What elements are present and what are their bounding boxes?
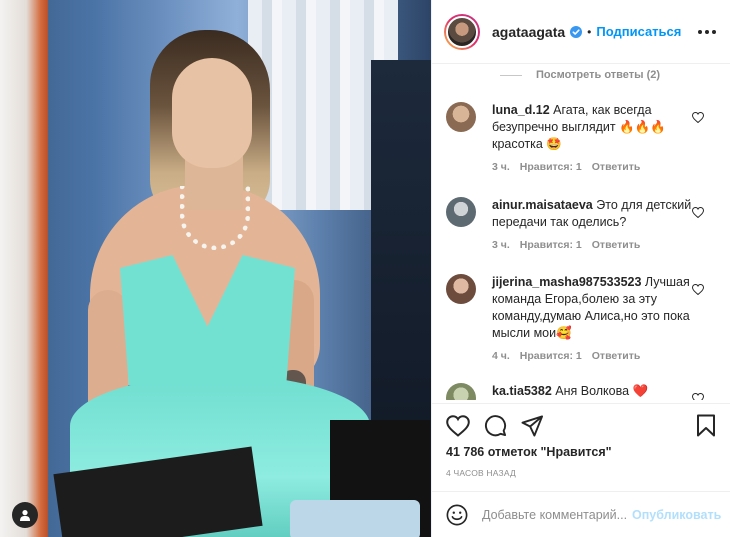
emoji-icon[interactable] (446, 504, 468, 526)
post-actions (432, 403, 730, 447)
comment-username[interactable]: ka.tia5382 (492, 384, 552, 398)
comment-likes[interactable]: Нравится: 1 (520, 239, 582, 251)
reply-button[interactable]: Ответить (592, 350, 641, 362)
comment-heart-icon[interactable] (692, 207, 704, 218)
publish-button[interactable]: Опубликовать (632, 508, 721, 522)
comment-username[interactable]: luna_d.12 (492, 103, 550, 117)
comment-time[interactable]: 4 ч. (492, 350, 510, 362)
comment-username[interactable]: ainur.maisataeva (492, 198, 593, 212)
cushion (290, 500, 420, 537)
comment-heart-icon[interactable] (692, 112, 704, 123)
post-side-panel: agataagata • Подписаться Посмотреть отве… (431, 0, 730, 537)
comment-item: ainur.maisataeva Это для детский передач… (432, 197, 730, 251)
post-photo[interactable] (0, 0, 431, 537)
author-username[interactable]: agataagata (492, 24, 565, 40)
comment-avatar[interactable] (446, 197, 476, 227)
user-tag-button[interactable] (12, 502, 38, 528)
comment-item: jijerina_masha987533523 Лучшая команда Е… (432, 274, 730, 362)
mirror-frame (0, 0, 48, 537)
separator-dot: • (587, 24, 592, 39)
verified-badge-icon (570, 25, 583, 38)
comment-input[interactable] (482, 507, 632, 522)
more-icon[interactable] (698, 29, 716, 34)
view-replies-label: Посмотреть ответы (2) (536, 69, 661, 81)
woman-face (172, 58, 252, 168)
reply-button[interactable]: Ответить (592, 161, 641, 173)
comment-item: luna_d.12 Агата, как всегда безупречно в… (432, 102, 730, 173)
comment-text: Аня Волкова ❤️ (555, 384, 649, 398)
heart-icon[interactable] (446, 414, 470, 437)
author-avatar[interactable] (444, 13, 480, 50)
replies-line (500, 74, 522, 76)
comment-avatar[interactable] (446, 102, 476, 132)
comment-time[interactable]: 3 ч. (492, 239, 510, 251)
view-replies-button[interactable]: Посмотреть ответы (2) (500, 69, 660, 81)
comment-heart-icon[interactable] (692, 393, 704, 400)
comment-heart-icon[interactable] (692, 284, 704, 295)
reply-button[interactable]: Ответить (592, 239, 641, 251)
follow-button[interactable]: Подписаться (596, 24, 681, 39)
comment-likes[interactable]: Нравится: 1 (520, 350, 582, 362)
comment-username[interactable]: jijerina_masha987533523 (492, 275, 641, 289)
share-icon[interactable] (521, 414, 544, 437)
post-time-ago[interactable]: 4 ЧАСОВ НАЗАД (446, 468, 516, 478)
comment-avatar[interactable] (446, 383, 476, 400)
comment-icon[interactable] (484, 414, 507, 437)
post-header: agataagata • Подписаться (432, 0, 730, 64)
likes-count[interactable]: 41 786 отметок "Нравится" (446, 445, 612, 459)
comment-avatar[interactable] (446, 274, 476, 304)
comment-likes[interactable]: Нравится: 1 (520, 161, 582, 173)
user-icon (20, 510, 30, 521)
bookmark-icon[interactable] (696, 414, 716, 437)
comment-time[interactable]: 3 ч. (492, 161, 510, 173)
comment-item: ka.tia5382 Аня Волкова ❤️ (432, 383, 730, 400)
comments-list: Посмотреть ответы (2) luna_d.12 Агата, к… (432, 65, 730, 400)
add-comment-bar: Опубликовать (432, 491, 730, 537)
